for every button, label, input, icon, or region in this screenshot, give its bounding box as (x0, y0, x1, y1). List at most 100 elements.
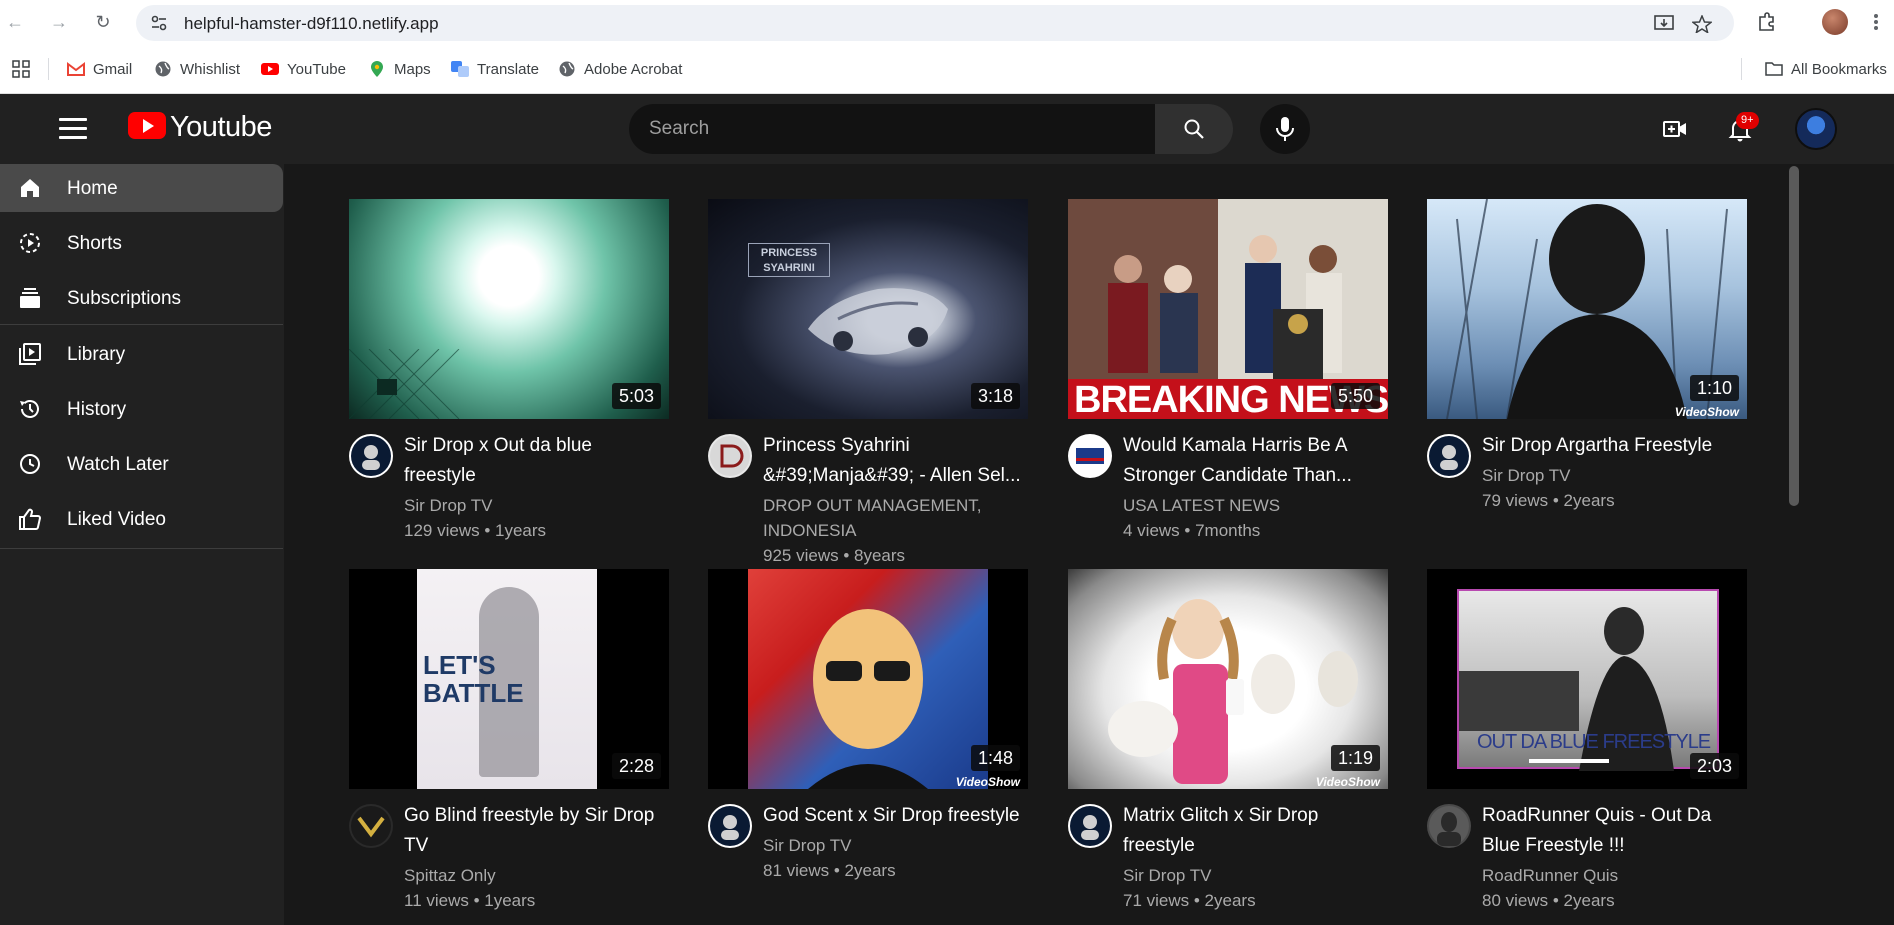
channel-avatar[interactable] (1068, 804, 1112, 848)
browser-profile-avatar[interactable] (1822, 9, 1848, 35)
video-title[interactable]: God Scent x Sir Drop freestyle (763, 801, 1028, 831)
video-title[interactable]: Princess Syahrini &#39;Manja&#39; - Alle… (763, 431, 1028, 491)
channel-name[interactable]: DROP OUT MANAGEMENT, INDONESIA (763, 493, 1028, 543)
video-card[interactable]: VideoShow 1:48 God Scent x Sir Drop free… (708, 569, 1028, 889)
channel-avatar[interactable] (349, 804, 393, 848)
site-settings-icon[interactable] (150, 14, 168, 32)
video-thumbnail[interactable]: 5:03 (349, 199, 669, 419)
library-icon (19, 343, 41, 365)
video-thumbnail[interactable]: BREAKING NEWS 5:50 (1068, 199, 1388, 419)
search-icon (1184, 119, 1204, 139)
app-title[interactable]: Youtube (170, 111, 272, 144)
bookmark-translate[interactable]: Translate (451, 58, 539, 80)
video-card[interactable]: OUT DA BLUE FREESTYLE 2:03 RoadRunner Qu… (1427, 569, 1747, 914)
bookmark-adobe-acrobat[interactable]: Adobe Acrobat (558, 58, 682, 80)
video-thumbnail[interactable]: PRINCESS SYAHRINI 3:18 (708, 199, 1028, 419)
video-duration: 5:03 (611, 383, 661, 409)
video-duration: 1:19 (1330, 745, 1380, 771)
search-button[interactable] (1155, 104, 1233, 154)
sidebar-item-watch-later[interactable]: Watch Later (0, 440, 283, 488)
video-card[interactable]: VideoShow 1:10 Sir Drop Argartha Freesty… (1427, 199, 1747, 519)
video-title[interactable]: Go Blind freestyle by Sir Drop TV (404, 801, 669, 861)
sidebar-item-subscriptions[interactable]: Subscriptions (0, 274, 283, 322)
create-video-icon[interactable] (1662, 116, 1688, 142)
scrollbar[interactable] (1789, 166, 1799, 506)
sidebar-item-home[interactable]: Home (0, 164, 283, 212)
video-title[interactable]: RoadRunner Quis - Out Da Blue Freestyle … (1482, 801, 1747, 861)
channel-avatar[interactable] (1427, 434, 1471, 478)
channel-avatar[interactable] (1427, 804, 1471, 848)
channel-name[interactable]: Sir Drop TV (763, 833, 1028, 858)
bookmark-maps[interactable]: Maps (368, 58, 431, 80)
sidebar-item-shorts[interactable]: Shorts (0, 219, 283, 267)
channel-name[interactable]: USA LATEST NEWS (1123, 493, 1388, 518)
bookmark-star-icon[interactable] (1692, 15, 1712, 33)
video-thumbnail[interactable]: VideoShow 1:10 (1427, 199, 1747, 419)
channel-name[interactable]: Sir Drop TV (404, 493, 669, 518)
sidebar-item-library[interactable]: Library (0, 330, 283, 378)
news-photo-graphic (1068, 199, 1388, 379)
address-bar[interactable]: helpful-hamster-d9f110.netlify.app (136, 5, 1734, 41)
browser-toolbar: ← → ↻ helpful-hamster-d9f110.netlify.app (0, 0, 1894, 46)
bookmarks-separator (48, 58, 49, 80)
thumbnail-text: OUT DA BLUE FREESTYLE (1477, 731, 1711, 753)
video-thumbnail[interactable]: VideoShow 1:48 (708, 569, 1028, 789)
sidebar-item-label: Library (67, 344, 126, 365)
channel-avatar[interactable] (1068, 434, 1112, 478)
video-title[interactable]: Would Kamala Harris Be A Stronger Candid… (1123, 431, 1388, 491)
sidebar-divider (0, 324, 283, 325)
video-thumbnail[interactable]: OUT DA BLUE FREESTYLE 2:03 (1427, 569, 1747, 789)
back-icon[interactable]: ← (4, 11, 26, 33)
search-input[interactable] (649, 104, 1139, 154)
video-title[interactable]: Matrix Glitch x Sir Drop freestyle (1123, 801, 1388, 861)
channel-name[interactable]: Sir Drop TV (1123, 863, 1388, 888)
video-card[interactable]: LET'S BATTLE 2:28 Go Blind freestyle by … (349, 569, 669, 914)
sidebar-item-liked-video[interactable]: Liked Video (0, 495, 283, 543)
all-bookmarks[interactable]: All Bookmarks (1765, 58, 1887, 80)
bookmark-gmail[interactable]: Gmail (67, 58, 132, 80)
channel-avatar[interactable] (349, 434, 393, 478)
portrait-graphic (808, 609, 928, 789)
channel-logo-icon (351, 806, 391, 846)
video-stats: 79 views • 2years (1482, 491, 1615, 510)
bookmark-label: YouTube (287, 60, 346, 78)
video-duration: 3:18 (970, 383, 1020, 409)
channel-name[interactable]: Spittaz Only (404, 863, 669, 888)
video-card[interactable]: PRINCESS SYAHRINI 3:18 Princess Syahrini… (708, 199, 1028, 569)
maps-icon (371, 61, 383, 77)
extensions-icon[interactable] (1756, 11, 1778, 33)
menu-icon[interactable] (59, 118, 87, 140)
reload-icon[interactable]: ↻ (92, 11, 114, 33)
channel-name[interactable]: RoadRunner Quis (1482, 863, 1747, 888)
sidebar-item-history[interactable]: History (0, 385, 283, 433)
voice-search-button[interactable] (1260, 104, 1310, 154)
video-title[interactable]: Sir Drop Argartha Freestyle (1482, 431, 1747, 461)
user-avatar[interactable] (1795, 108, 1837, 150)
channel-logo-icon (351, 436, 391, 476)
install-app-icon[interactable] (1654, 15, 1674, 33)
channel-avatar[interactable] (708, 804, 752, 848)
bookmark-whishlist[interactable]: Whishlist (154, 58, 240, 80)
youtube-logo-icon[interactable] (128, 112, 166, 139)
video-card[interactable]: 5:03 Sir Drop x Out da blue freestyle Si… (349, 199, 669, 544)
channel-logo-icon (1070, 436, 1110, 476)
browser-menu-icon[interactable] (1873, 12, 1879, 32)
video-thumbnail[interactable]: LET'S BATTLE 2:28 (349, 569, 669, 789)
channel-avatar[interactable] (708, 434, 752, 478)
clock-icon (20, 454, 40, 474)
video-thumbnail[interactable]: VideoShow 1:19 (1068, 569, 1388, 789)
forward-icon[interactable]: → (48, 11, 70, 33)
video-card[interactable]: VideoShow 1:19 Matrix Glitch x Sir Drop … (1068, 569, 1388, 914)
url-text: helpful-hamster-d9f110.netlify.app (184, 14, 439, 33)
video-card[interactable]: BREAKING NEWS 5:50 Would Kamala Harris B… (1068, 199, 1388, 544)
channel-name[interactable]: Sir Drop TV (1482, 463, 1747, 488)
sidebar-divider (0, 548, 283, 549)
history-icon (20, 400, 39, 418)
translate-icon (451, 61, 469, 77)
video-title[interactable]: Sir Drop x Out da blue freestyle (404, 431, 669, 491)
channel-logo-icon (710, 806, 750, 846)
video-duration: 1:48 (970, 745, 1020, 771)
apps-grid-icon[interactable] (12, 60, 30, 78)
bookmark-youtube[interactable]: YouTube (261, 58, 346, 80)
car-graphic (808, 288, 948, 355)
